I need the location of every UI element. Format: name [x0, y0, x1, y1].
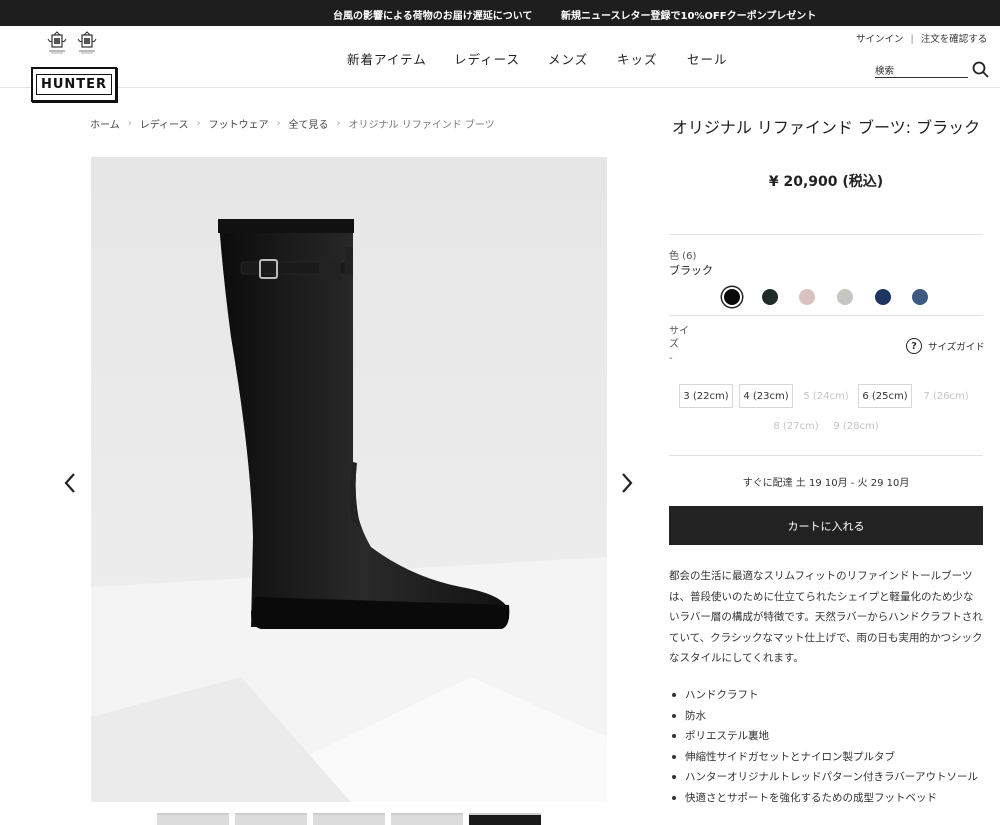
product-image[interactable] — [91, 157, 607, 802]
size-label: サイズ — [669, 326, 689, 350]
color-swatch-dot — [874, 289, 891, 305]
feature-item: 防水 — [669, 706, 983, 727]
size-option[interactable]: 6 (25cm) — [858, 384, 912, 408]
nav-kids[interactable]: キッズ — [617, 49, 658, 68]
divider — [669, 455, 983, 456]
nav-womens[interactable]: レディース — [454, 49, 520, 68]
divider — [669, 234, 983, 235]
color-swatch-dot — [761, 289, 778, 305]
announcement-bar: 台風の影響による荷物のお届け遅延について 新規ニュースレター登録で10%OFFク… — [0, 0, 1000, 26]
thumbnail-strip — [157, 813, 541, 825]
breadcrumb-home[interactable]: ホーム — [90, 116, 120, 131]
color-swatch[interactable] — [720, 285, 758, 309]
color-swatches — [720, 285, 946, 309]
site-header: HUNTER 新着アイテム レディース メンズ キッズ セール サインイン | … — [0, 26, 1000, 102]
breadcrumb-womens[interactable]: レディース — [140, 116, 189, 131]
color-swatch-dot — [724, 289, 740, 305]
feature-item: ハンターオリジナルトレッドパターン付きラバーアウトソール — [669, 767, 983, 788]
thumbnail[interactable] — [469, 813, 541, 825]
breadcrumb-footwear[interactable]: フットウェア — [209, 116, 269, 131]
color-swatch[interactable] — [758, 285, 796, 309]
announcement-newsletter-link[interactable]: 新規ニュースレター登録で10%OFFクーポンプレゼント — [561, 7, 816, 22]
breadcrumb-view-all[interactable]: 全て見る — [289, 116, 329, 131]
search-icon[interactable] — [972, 61, 989, 78]
feature-list: ハンドクラフト 防水 ポリエステル裏地 伸縮性サイドガセットとナイロン製プルタブ ハンタ… — [669, 685, 983, 808]
color-swatch-dot — [799, 289, 816, 305]
color-value: ブラック — [669, 264, 713, 277]
breadcrumb-current: オリジナル リファインド ブーツ — [348, 120, 495, 131]
chevron-right-icon: › — [336, 118, 341, 129]
size-option: 7 (26cm) — [923, 390, 969, 402]
size-value: - — [669, 353, 673, 364]
announcement-delivery-link[interactable]: 台風の影響による荷物のお届け遅延について — [333, 7, 532, 22]
product-title: オリジナル リファインド ブーツ: ブラック — [671, 118, 981, 137]
thumbnail[interactable] — [391, 813, 463, 825]
size-option[interactable]: 4 (23cm) — [739, 384, 793, 408]
main-nav: 新着アイテム レディース メンズ キッズ セール — [0, 49, 1000, 69]
size-option: 8 (27cm) — [773, 420, 819, 432]
size-option: 9 (28cm) — [833, 420, 879, 432]
chevron-right-icon: › — [276, 118, 281, 129]
thumbnail[interactable] — [235, 813, 307, 825]
help-icon: ? — [906, 338, 922, 354]
nav-sale[interactable]: セール — [687, 49, 728, 68]
hunter-logo[interactable]: HUNTER — [31, 67, 117, 102]
size-option[interactable]: 3 (22cm) — [679, 384, 733, 408]
color-swatch[interactable] — [833, 285, 871, 309]
previous-image-arrow[interactable] — [60, 468, 80, 498]
next-image-arrow[interactable] — [617, 468, 637, 498]
divider — [669, 315, 983, 316]
delivery-estimate: すぐに配達 土 19 10月 - 火 29 10月 — [742, 478, 910, 489]
nav-new-arrivals[interactable]: 新着アイテム — [347, 49, 427, 68]
search-input[interactable]: 検索 — [875, 60, 968, 78]
color-swatch-dot — [837, 289, 854, 305]
color-label: 色 (6) — [669, 251, 697, 262]
thumbnail[interactable] — [313, 813, 385, 825]
chevron-right-icon: › — [196, 118, 201, 129]
color-swatch-dot — [912, 289, 929, 305]
feature-item: 伸縮性サイドガセットとナイロン製プルタブ — [669, 747, 983, 768]
account-links: サインイン | 注文を確認する — [856, 31, 987, 45]
chevron-right-icon: › — [127, 118, 132, 129]
breadcrumb: ホーム › レディース › フットウェア › 全て見る › オリジナル リファイ… — [90, 116, 495, 131]
color-swatch[interactable] — [871, 285, 909, 309]
feature-item: 快適さとサポートを強化するための成型フットベッド — [669, 788, 983, 809]
signin-link[interactable]: サインイン — [856, 34, 904, 45]
feature-item: ハンドクラフト — [669, 685, 983, 706]
color-swatch[interactable] — [908, 285, 946, 309]
product-price: ¥ 20,900 (税込) — [768, 174, 884, 190]
feature-item: ポリエステル裏地 — [669, 726, 983, 747]
product-description: 都会の生活に最適なスリムフィットのリファインドトールブーツは、普段使いのために仕… — [669, 570, 983, 664]
size-guide-link[interactable]: ? サイズガイド — [906, 338, 985, 354]
boot-image — [91, 157, 607, 802]
add-to-cart-button[interactable]: カートに入れる — [669, 506, 983, 545]
size-guide-label: サイズガイド — [928, 342, 985, 353]
thumbnail[interactable] — [157, 813, 229, 825]
search-placeholder: 検索 — [875, 66, 895, 77]
account-separator: | — [910, 34, 914, 45]
size-option: 5 (24cm) — [803, 390, 849, 402]
logo-text: HUNTER — [35, 74, 113, 95]
order-status-link[interactable]: 注文を確認する — [921, 34, 988, 45]
nav-mens[interactable]: メンズ — [548, 49, 588, 68]
color-swatch[interactable] — [795, 285, 833, 309]
